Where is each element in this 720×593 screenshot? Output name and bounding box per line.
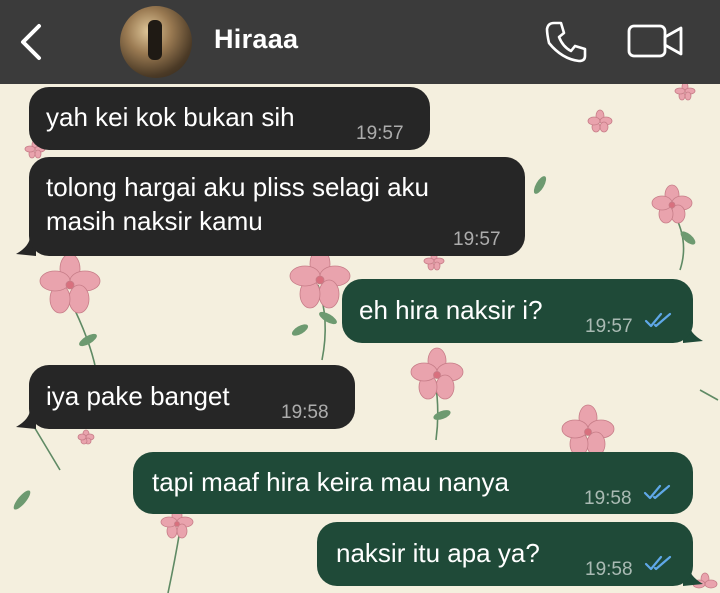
back-chevron-icon (21, 24, 41, 60)
read-receipt-icon (643, 484, 671, 500)
message-time: 19:58 (281, 402, 329, 423)
outgoing-message[interactable]: eh hira naksir i? 19:57 (342, 279, 693, 343)
chat-header: Hiraaa (0, 0, 720, 84)
back-button[interactable] (14, 20, 48, 64)
contact-avatar[interactable] (120, 6, 192, 78)
message-time: 19:57 (585, 316, 633, 337)
contact-name[interactable]: Hiraaa (214, 24, 298, 55)
read-receipt-icon (644, 312, 672, 328)
video-camera-icon (627, 24, 683, 58)
message-text: tolong hargai aku pliss selagi aku masih… (46, 172, 430, 236)
message-time: 19:57 (453, 229, 501, 250)
message-text: yah kei kok bukan sih (46, 102, 295, 132)
message-text: eh hira naksir i? (359, 295, 543, 325)
message-text: naksir itu apa ya? (336, 538, 540, 568)
outgoing-message[interactable]: naksir itu apa ya? 19:58 (317, 522, 693, 586)
message-time: 19:58 (585, 559, 633, 580)
message-text: tapi maaf hira keira mau nanya (152, 467, 509, 497)
incoming-message[interactable]: iya pake banget 19:58 (29, 365, 355, 429)
read-receipt-icon (644, 555, 672, 571)
incoming-message[interactable]: tolong hargai aku pliss selagi aku masih… (29, 157, 525, 256)
message-text: iya pake banget (46, 381, 230, 411)
message-time: 19:57 (356, 123, 404, 144)
message-time: 19:58 (584, 488, 632, 509)
outgoing-message[interactable]: tapi maaf hira keira mau nanya 19:58 (133, 452, 693, 514)
incoming-message[interactable]: yah kei kok bukan sih 19:57 (29, 87, 430, 150)
video-call-button[interactable] (626, 20, 686, 64)
phone-icon (545, 21, 587, 63)
voice-call-button[interactable] (542, 18, 590, 66)
